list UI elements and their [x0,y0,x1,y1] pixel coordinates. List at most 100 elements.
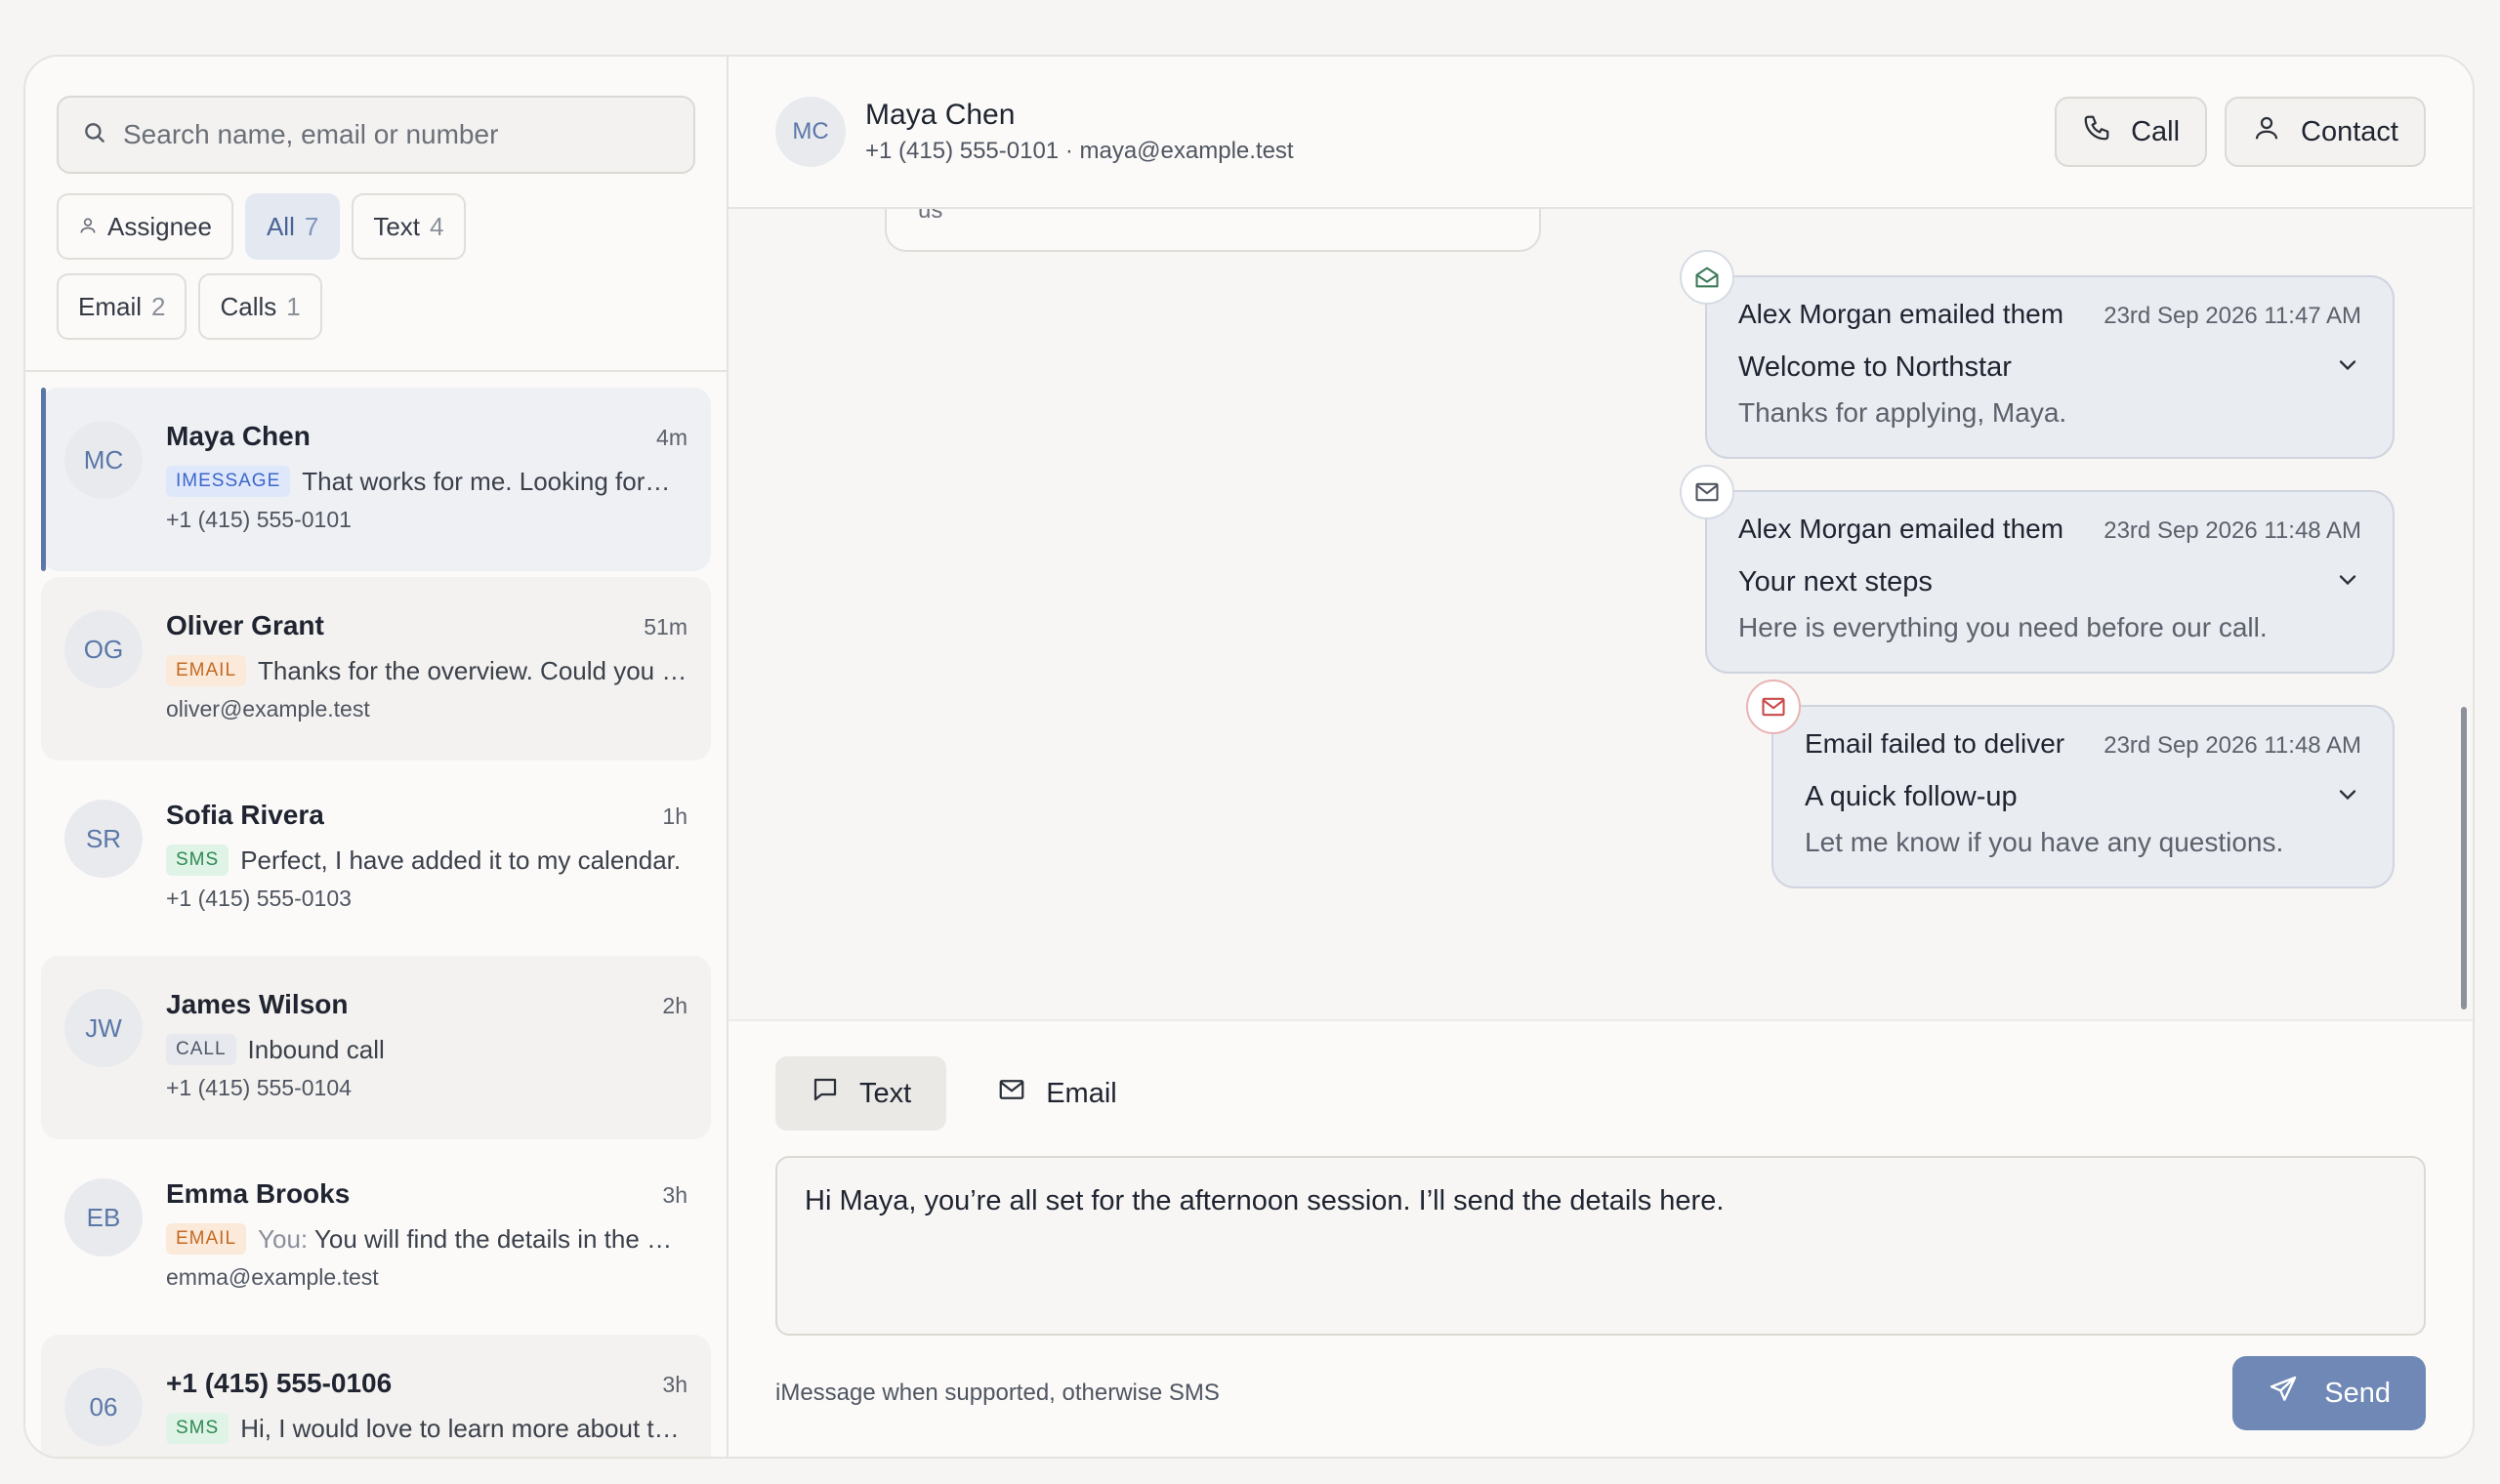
email-event-time: 23rd Sep 2026 11:48 AM [2104,732,2361,759]
conversation-item[interactable]: MC Maya Chen 4m IMESSAGE That works for … [41,388,711,571]
search-input[interactable] [123,119,670,150]
channel-badge: IMESSAGE [166,466,291,497]
conversation-name: Sofia Rivera [166,800,324,830]
conversation-item[interactable]: OG Oliver Grant 51m EMAIL Thanks for the… [41,577,711,761]
conversation-name: Emma Brooks [166,1178,351,1209]
message-timeline: us Alex Morgan emailed them 23rd Sep 202… [729,209,2473,1019]
conversation-preview: You: You will find the details in the we… [258,1224,688,1255]
tab-label: Email [1046,1077,1117,1109]
composer-tabs: Text Email [775,1056,2426,1131]
previous-message-bubble: us [885,209,1541,252]
conversation-time: 51m [644,614,688,639]
filter-count: 4 [430,211,444,241]
search-box[interactable] [57,96,695,174]
avatar: MC [775,97,846,167]
send-button[interactable]: Send [2232,1356,2426,1430]
email-event-title: Email failed to deliver [1805,728,2065,759]
conversation-item[interactable]: 06 +1 (415) 555-0106 3h SMS Hi, I would … [41,1335,711,1457]
email-event-card[interactable]: Email failed to deliver 23rd Sep 2026 11… [1746,680,2395,888]
message-input[interactable]: Hi Maya, you’re all set for the afternoo… [775,1156,2426,1336]
chevron-down-icon[interactable] [2334,781,2361,813]
filter-count: 7 [304,211,319,241]
timeline-scrollbar[interactable] [2461,707,2467,1010]
conversation-contact: +1 (415) 555-0101 [166,507,352,532]
contact-label: Contact [2301,115,2398,147]
chevron-down-icon[interactable] [2334,351,2361,384]
channel-hint: iMessage when supported, otherwise SMS [775,1380,1220,1406]
conversation-contact: oliver@example.test [166,696,370,721]
email-event-title: Alex Morgan emailed them [1738,299,2064,329]
conversation-time: 3h [662,1182,688,1208]
messaging-app: Assignee All 7 Text 4 Email 2 Calls 1 [23,55,2475,1459]
channel-badge: EMAIL [166,655,247,686]
filter-email[interactable]: Email 2 [57,273,188,340]
email-event-time: 23rd Sep 2026 11:48 AM [2104,517,2361,544]
search-icon [82,120,107,150]
chevron-down-icon[interactable] [2334,566,2361,598]
sidebar-toolbar: Assignee All 7 Text 4 Email 2 Calls 1 [25,57,727,372]
conversation-item[interactable]: JW James Wilson 2h CALL Inbound call +1 … [41,956,711,1139]
filter-assignee[interactable]: Assignee [57,193,233,260]
mail-open-icon [1680,250,1734,305]
filter-label: Email [78,291,143,321]
filter-all[interactable]: All 7 [244,193,341,260]
email-preview: Let me know if you have any questions. [1805,827,2284,857]
conversation-preview: Hi, I would love to learn more about th… [240,1413,688,1443]
email-event-card[interactable]: Alex Morgan emailed them 23rd Sep 2026 1… [1680,465,2395,674]
filter-label: Calls [220,291,277,321]
conversation-contact: +1 (415) 555-0104 [166,1075,352,1100]
contact-name: Maya Chen [865,99,1016,131]
filter-label: Assignee [107,211,212,241]
conversation-name: James Wilson [166,989,349,1019]
conversation-time: 4m [656,425,688,450]
conversation-preview: Inbound call [247,1034,385,1064]
user-icon [78,212,98,242]
conversation-item[interactable]: EB Emma Brooks 3h EMAIL You: You will fi… [41,1145,711,1329]
filter-calls[interactable]: Calls 1 [198,273,322,340]
email-subject: A quick follow-up [1805,781,2018,812]
channel-badge: SMS [166,1413,229,1444]
avatar: 06 [64,1368,143,1446]
conversation-preview: Thanks for the overview. Could you s… [258,655,688,685]
avatar: JW [64,989,143,1067]
filter-count: 2 [151,291,166,321]
previous-message-text: us [918,209,943,224]
filter-text[interactable]: Text 4 [352,193,466,260]
filter-count: 1 [286,291,301,321]
mail-icon [1680,465,1734,519]
conversation-list: MC Maya Chen 4m IMESSAGE That works for … [25,372,727,1457]
filter-label: All [266,211,295,241]
tab-text[interactable]: Text [775,1056,947,1131]
message-icon [811,1075,840,1112]
preview-sender: You: [258,1223,309,1254]
phone-icon [2082,113,2111,150]
conversation-contact: emma@example.test [166,1264,379,1290]
email-event-card[interactable]: Alex Morgan emailed them 23rd Sep 2026 1… [1680,250,2395,459]
conversation-name: +1 (415) 555-0106 [166,1368,393,1398]
conversation-time: 1h [662,804,688,829]
avatar: OG [64,610,143,688]
call-button[interactable]: Call [2055,97,2208,167]
email-event-title: Alex Morgan emailed them [1738,514,2064,544]
filter-chips: Assignee All 7 Text 4 Email 2 Calls 1 [57,193,604,340]
mail-error-icon [1746,680,1801,734]
conversation-item[interactable]: SR Sofia Rivera 1h SMS Perfect, I have a… [41,766,711,950]
avatar: EB [64,1178,143,1257]
channel-badge: SMS [166,845,229,876]
send-icon [2268,1374,2299,1413]
conversation-name: Oliver Grant [166,610,324,640]
contact-button[interactable]: Contact [2225,97,2426,167]
conversation-time: 3h [662,1372,688,1397]
email-preview: Here is everything you need before our c… [1738,612,2268,642]
conversation-name: Maya Chen [166,421,311,451]
tab-email[interactable]: Email [962,1056,1152,1131]
contact-details: +1 (415) 555-0101 · maya@example.test [865,138,1294,164]
avatar: MC [64,421,143,499]
conversation-header: MC Maya Chen +1 (415) 555-0101 · maya@ex… [729,57,2473,209]
user-icon [2252,113,2281,150]
email-event-time: 23rd Sep 2026 11:47 AM [2104,303,2361,329]
send-label: Send [2324,1377,2391,1409]
conversation-sidebar: Assignee All 7 Text 4 Email 2 Calls 1 [25,57,729,1457]
conversation-preview: Perfect, I have added it to my calendar. [240,845,682,875]
preview-text: You will find the details in the wel… [313,1223,688,1254]
